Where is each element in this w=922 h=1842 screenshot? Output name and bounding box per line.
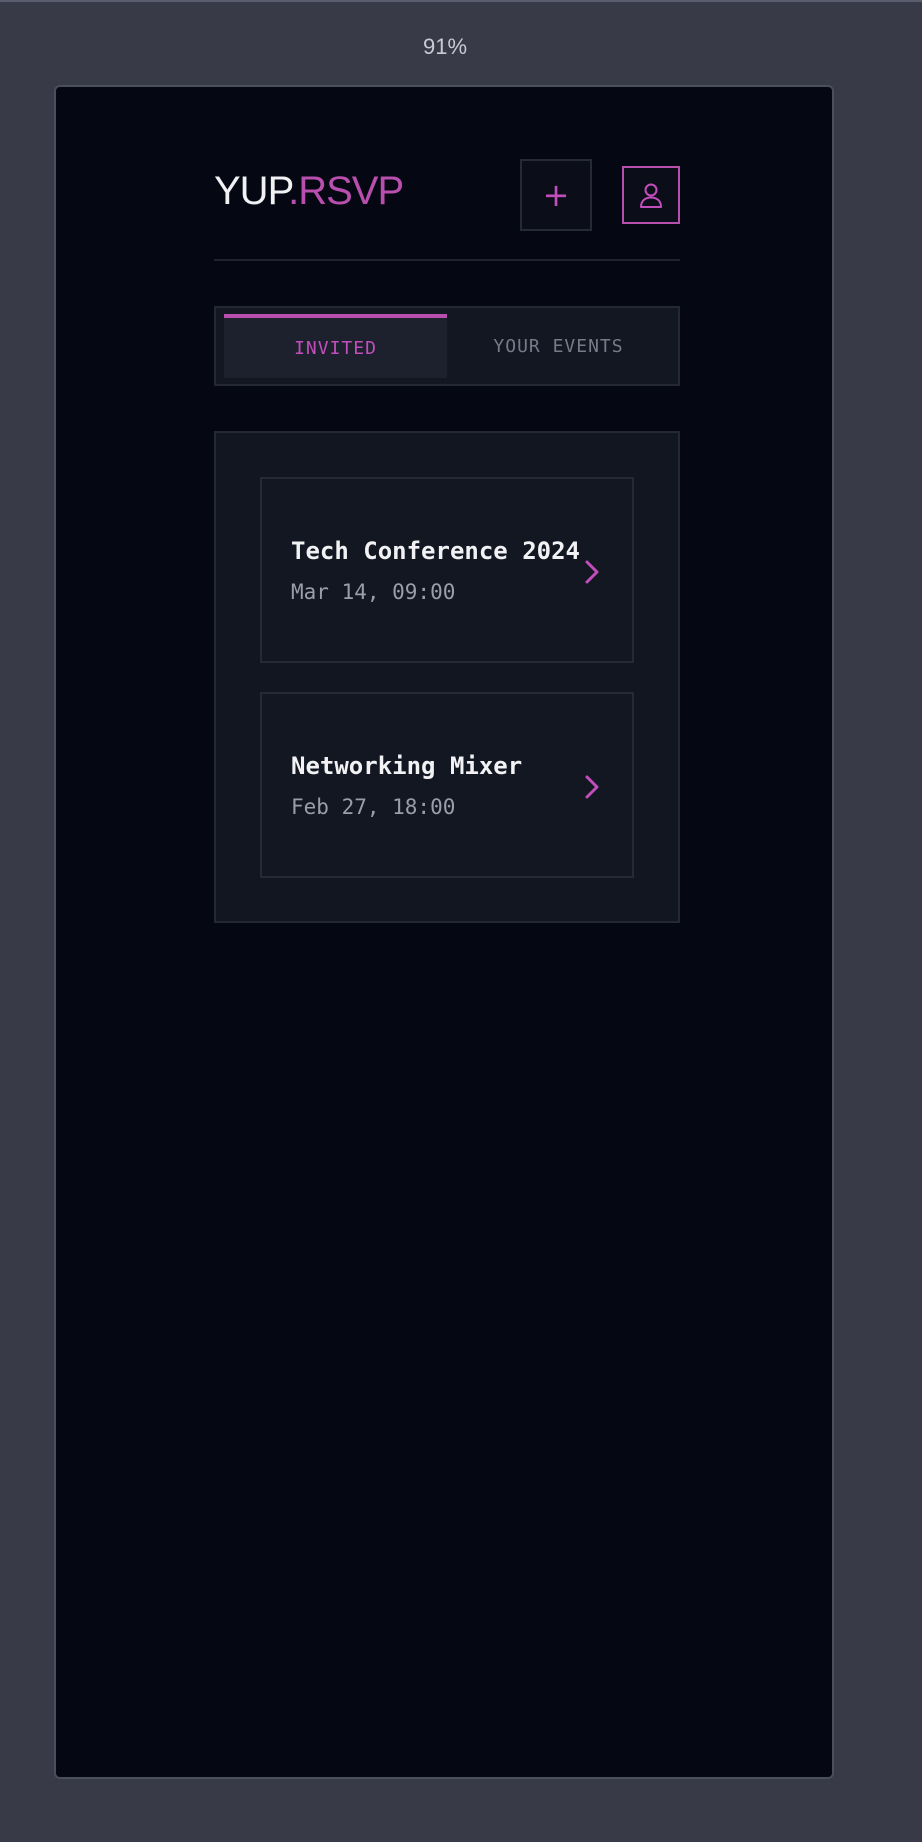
logo-main-text: YUP — [214, 169, 289, 213]
browser-top-border — [0, 0, 922, 2]
tab-invited[interactable]: INVITED — [224, 314, 447, 378]
app-content: YUP.RSVP + INVITED YOUR EVENTS Tech Conf… — [214, 85, 680, 923]
tab-your-events[interactable]: YOUR EVENTS — [447, 314, 670, 378]
logo-accent-text: .RSVP — [288, 169, 404, 213]
plus-icon: + — [542, 176, 570, 214]
app-logo: YUP.RSVP — [214, 169, 404, 213]
chevron-right-icon — [585, 775, 599, 799]
event-list: Tech Conference 2024 Mar 14, 09:00 Netwo… — [214, 431, 680, 923]
profile-button[interactable] — [622, 166, 680, 224]
zoom-level-indicator: 91% — [422, 34, 468, 59]
event-title: Tech Conference 2024 — [291, 537, 580, 565]
event-date: Feb 27, 18:00 — [291, 795, 456, 819]
event-date: Mar 14, 09:00 — [291, 580, 456, 604]
event-card-networking-mixer[interactable]: Networking Mixer Feb 27, 18:00 — [260, 692, 634, 878]
event-tabs: INVITED YOUR EVENTS — [214, 306, 680, 386]
add-event-button[interactable]: + — [520, 159, 592, 231]
app-header: YUP.RSVP + — [214, 85, 680, 261]
event-card-tech-conference[interactable]: Tech Conference 2024 Mar 14, 09:00 — [260, 477, 634, 663]
user-icon — [640, 183, 662, 208]
chevron-right-icon — [585, 560, 599, 584]
event-title: Networking Mixer — [291, 752, 523, 780]
